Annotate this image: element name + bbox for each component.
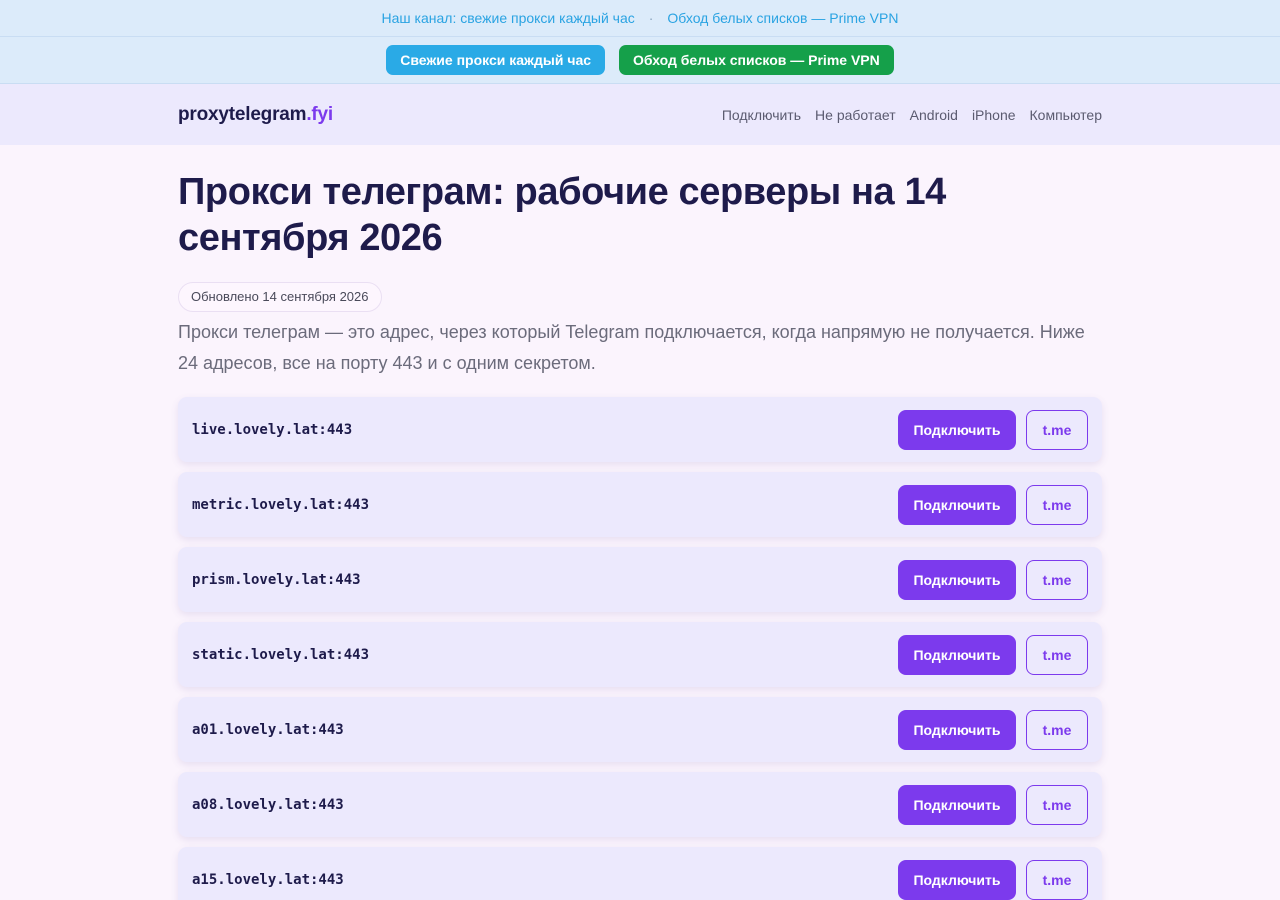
- connect-button[interactable]: Подключить: [898, 559, 1016, 600]
- tme-link-button[interactable]: t.me: [1026, 634, 1088, 675]
- proxy-address: a08.lovely.lat:443: [192, 796, 344, 813]
- proxy-row: live.lovely.lat:443 Подключить t.me: [178, 397, 1102, 462]
- nav-connect[interactable]: Подключить: [722, 107, 801, 123]
- tme-link-button[interactable]: t.me: [1026, 784, 1088, 825]
- lead-paragraph: Прокси телеграм — это адрес, через котор…: [178, 322, 1085, 373]
- tme-link-button[interactable]: t.me: [1026, 559, 1088, 600]
- proxy-row: a08.lovely.lat:443 Подключить t.me: [178, 772, 1102, 837]
- proxy-address: a01.lovely.lat:443: [192, 721, 344, 738]
- tme-link-button[interactable]: t.me: [1026, 484, 1088, 525]
- connect-button[interactable]: Подключить: [898, 859, 1016, 900]
- tme-link-button[interactable]: t.me: [1026, 409, 1088, 450]
- page-title: Прокси телеграм: рабочие серверы на 14 с…: [178, 171, 946, 259]
- logo-main-text: proxytelegram: [178, 103, 307, 125]
- topbar-separator: ·: [648, 10, 654, 26]
- nav-computer[interactable]: Компьютер: [1030, 107, 1102, 123]
- proxy-row: a01.lovely.lat:443 Подключить t.me: [178, 697, 1102, 762]
- connect-button[interactable]: Подключить: [898, 484, 1016, 525]
- prime-vpn-link[interactable]: Обход белых списков — Prime VPN: [667, 10, 898, 26]
- proxy-address: static.lovely.lat:443: [192, 646, 370, 663]
- nav-iphone[interactable]: iPhone: [972, 107, 1016, 123]
- proxy-actions: Подключить t.me: [898, 709, 1088, 750]
- proxy-row: a15.lovely.lat:443 Подключить t.me: [178, 847, 1102, 900]
- proxy-row: static.lovely.lat:443 Подключить t.me: [178, 622, 1102, 687]
- fresh-proxies-button[interactable]: Свежие прокси каждый час: [386, 45, 606, 75]
- channel-link[interactable]: Наш канал: свежие прокси каждый час: [382, 10, 635, 26]
- proxy-row: prism.lovely.lat:443 Подключить t.me: [178, 547, 1102, 612]
- nav-not-working[interactable]: Не работает: [815, 107, 896, 123]
- connect-button[interactable]: Подключить: [898, 409, 1016, 450]
- site-logo[interactable]: proxytelegram.fyi: [178, 104, 333, 126]
- logo-tld-text: .fyi: [306, 103, 333, 125]
- proxy-row: metric.lovely.lat:443 Подключить t.me: [178, 472, 1102, 537]
- proxy-actions: Подключить t.me: [898, 484, 1088, 525]
- proxy-actions: Подключить t.me: [898, 409, 1088, 450]
- main-nav: Подключить Не работает Android iPhone Ко…: [722, 107, 1102, 123]
- proxy-address: a15.lovely.lat:443: [192, 871, 344, 888]
- main-content: Прокси телеграм: рабочие серверы на 14 с…: [0, 145, 1280, 900]
- site-header: proxytelegram.fyi Подключить Не работает…: [0, 84, 1280, 145]
- proxy-actions: Подключить t.me: [898, 559, 1088, 600]
- proxy-actions: Подключить t.me: [898, 784, 1088, 825]
- tme-link-button[interactable]: t.me: [1026, 859, 1088, 900]
- updated-badge: Обновлено 14 сентября 2026: [178, 282, 382, 312]
- proxy-actions: Подключить t.me: [898, 859, 1088, 900]
- proxy-address: metric.lovely.lat:443: [192, 496, 370, 513]
- proxy-address: live.lovely.lat:443: [192, 421, 353, 438]
- top-announcement-bar: Наш канал: свежие прокси каждый час · Об…: [0, 0, 1280, 37]
- connect-button[interactable]: Подключить: [898, 784, 1016, 825]
- tme-link-button[interactable]: t.me: [1026, 709, 1088, 750]
- prime-vpn-button[interactable]: Обход белых списков — Prime VPN: [619, 45, 894, 75]
- proxy-list: live.lovely.lat:443 Подключить t.me metr…: [178, 397, 1102, 900]
- nav-android[interactable]: Android: [910, 107, 958, 123]
- connect-button[interactable]: Подключить: [898, 634, 1016, 675]
- proxy-actions: Подключить t.me: [898, 634, 1088, 675]
- connect-button[interactable]: Подключить: [898, 709, 1016, 750]
- proxy-address: prism.lovely.lat:443: [192, 571, 361, 588]
- cta-bar: Свежие прокси каждый час Обход белых спи…: [0, 37, 1280, 84]
